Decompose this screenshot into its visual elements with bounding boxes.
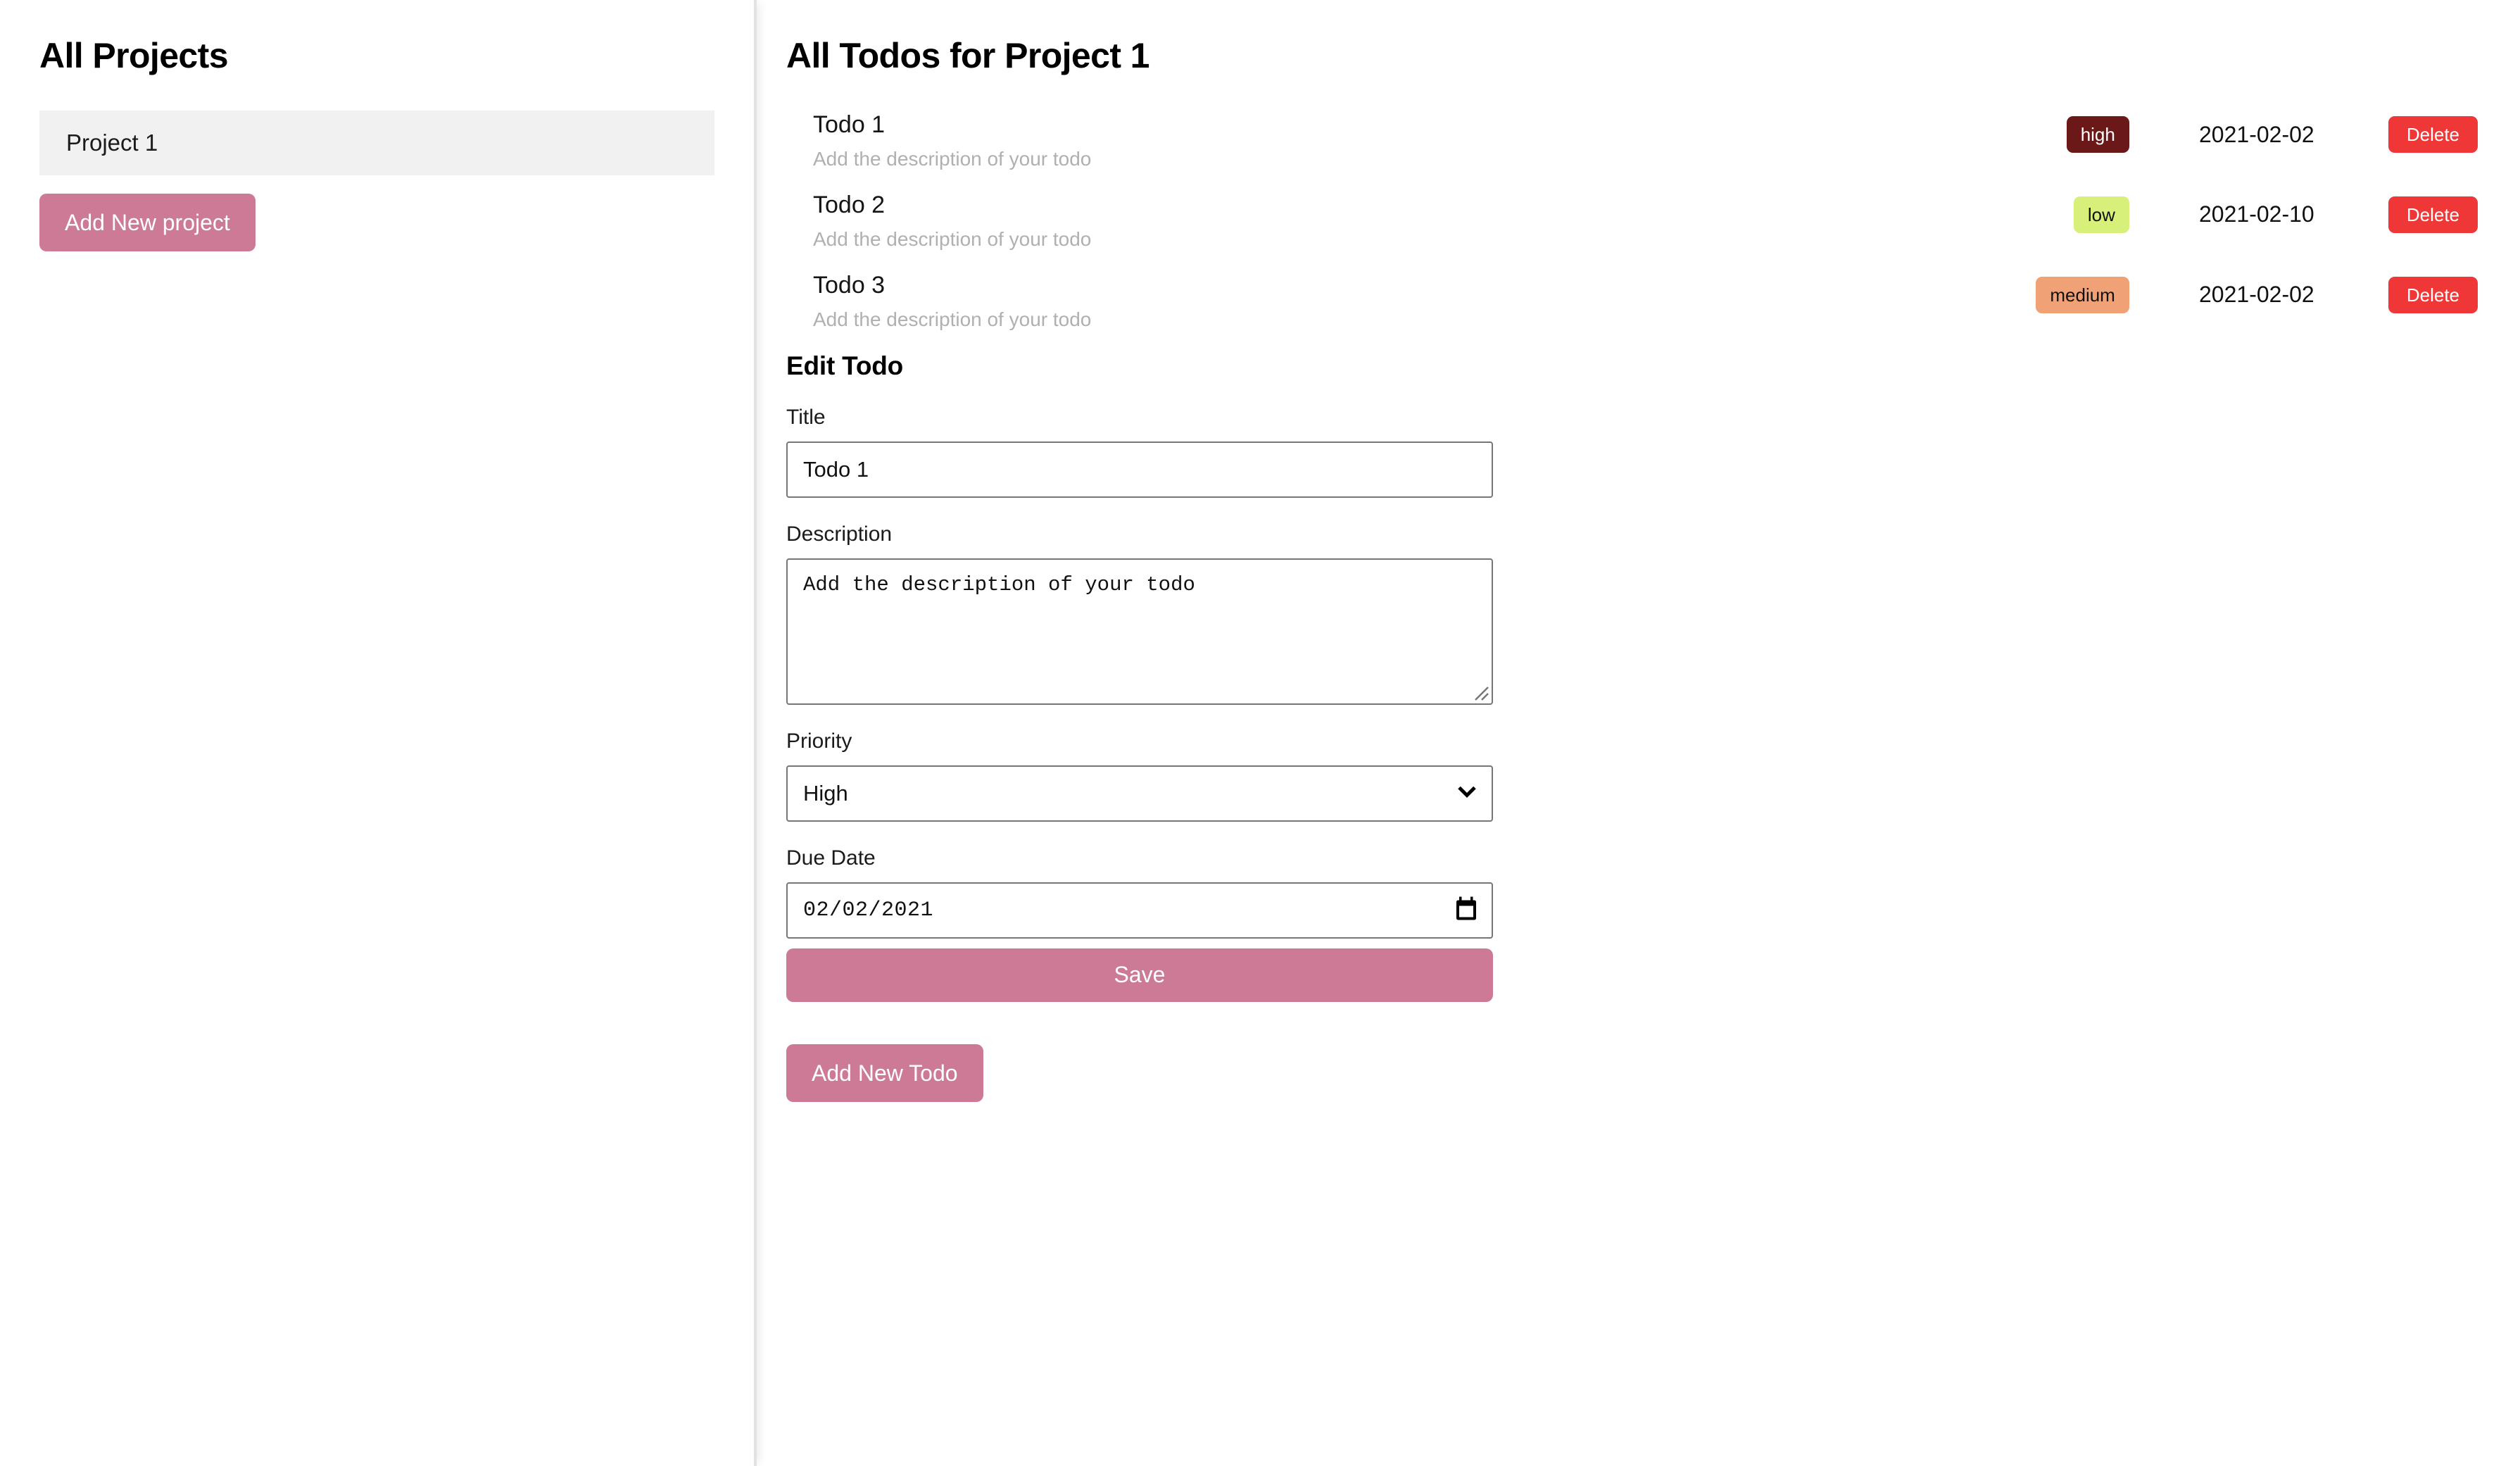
todo-due-date: 2021-02-02 bbox=[2169, 282, 2345, 308]
due-date-value: 02/02/2021 bbox=[803, 898, 933, 922]
title-input[interactable] bbox=[786, 441, 1493, 498]
delete-todo-button[interactable]: Delete bbox=[2388, 116, 2478, 153]
add-new-todo-button[interactable]: Add New Todo bbox=[786, 1044, 983, 1102]
delete-todo-button[interactable]: Delete bbox=[2388, 277, 2478, 313]
priority-selected-value: High bbox=[803, 781, 848, 806]
sidebar-item-project-1[interactable]: Project 1 bbox=[39, 111, 714, 175]
todo-due-date: 2021-02-10 bbox=[2169, 201, 2345, 227]
list-item: Project 1 bbox=[39, 111, 714, 175]
todo-list: Todo 1 Add the description of your todo … bbox=[786, 111, 2478, 333]
todo-text-block: Todo 3 Add the description of your todo bbox=[813, 271, 2036, 333]
todo-meta: high 2021-02-02 Delete bbox=[2067, 111, 2478, 153]
edit-todo-heading: Edit Todo bbox=[786, 351, 2478, 381]
priority-wrapper: High bbox=[786, 765, 1493, 822]
add-todo-row: Add New Todo bbox=[786, 1002, 2478, 1102]
todo-description: Add the description of your todo bbox=[813, 227, 2074, 252]
due-date-field-group: Due Date 02/02/2021 bbox=[786, 846, 2478, 939]
delete-todo-button[interactable]: Delete bbox=[2388, 196, 2478, 233]
all-projects-title: All Projects bbox=[39, 37, 714, 75]
project-list: Project 1 bbox=[39, 111, 714, 175]
priority-select[interactable]: High bbox=[786, 765, 1493, 822]
status-badge: low bbox=[2074, 196, 2129, 233]
todo-title: Todo 3 bbox=[813, 271, 2036, 300]
todo-description: Add the description of your todo bbox=[813, 307, 2036, 332]
priority-field-group: Priority High bbox=[786, 729, 2478, 822]
due-date-input[interactable]: 02/02/2021 bbox=[786, 882, 1493, 939]
page-title: All Todos for Project 1 bbox=[786, 37, 2478, 75]
priority-label: Priority bbox=[786, 729, 2478, 754]
description-label: Description bbox=[786, 522, 2478, 547]
todo-title: Todo 1 bbox=[813, 111, 2067, 139]
todo-text-block: Todo 2 Add the description of your todo bbox=[813, 191, 2074, 253]
table-row[interactable]: Todo 2 Add the description of your todo … bbox=[786, 191, 2478, 253]
description-field-group: Description bbox=[786, 522, 2478, 705]
status-badge: high bbox=[2067, 116, 2129, 153]
description-wrapper bbox=[786, 558, 1493, 705]
title-label: Title bbox=[786, 405, 2478, 430]
title-field-group: Title bbox=[786, 405, 2478, 498]
todo-text-block: Todo 1 Add the description of your todo bbox=[813, 111, 2067, 173]
description-textarea[interactable] bbox=[786, 558, 1493, 705]
projects-sidebar: All Projects Project 1 Add New project bbox=[0, 0, 757, 1466]
todos-main-panel: All Todos for Project 1 Todo 1 Add the d… bbox=[757, 0, 2520, 1466]
todo-title: Todo 2 bbox=[813, 191, 2074, 220]
calendar-icon[interactable] bbox=[1455, 896, 1478, 925]
table-row[interactable]: Todo 3 Add the description of your todo … bbox=[786, 271, 2478, 333]
todo-meta: medium 2021-02-02 Delete bbox=[2036, 271, 2478, 313]
todo-meta: low 2021-02-10 Delete bbox=[2074, 191, 2478, 233]
status-badge: medium bbox=[2036, 277, 2129, 313]
table-row[interactable]: Todo 1 Add the description of your todo … bbox=[786, 111, 2478, 173]
due-date-wrapper: 02/02/2021 bbox=[786, 882, 1493, 939]
save-button[interactable]: Save bbox=[786, 948, 1493, 1002]
todo-description: Add the description of your todo bbox=[813, 146, 2067, 172]
app-root: All Projects Project 1 Add New project A… bbox=[0, 0, 2520, 1466]
add-new-project-button[interactable]: Add New project bbox=[39, 194, 256, 251]
todo-due-date: 2021-02-02 bbox=[2169, 122, 2345, 148]
due-date-label: Due Date bbox=[786, 846, 2478, 871]
